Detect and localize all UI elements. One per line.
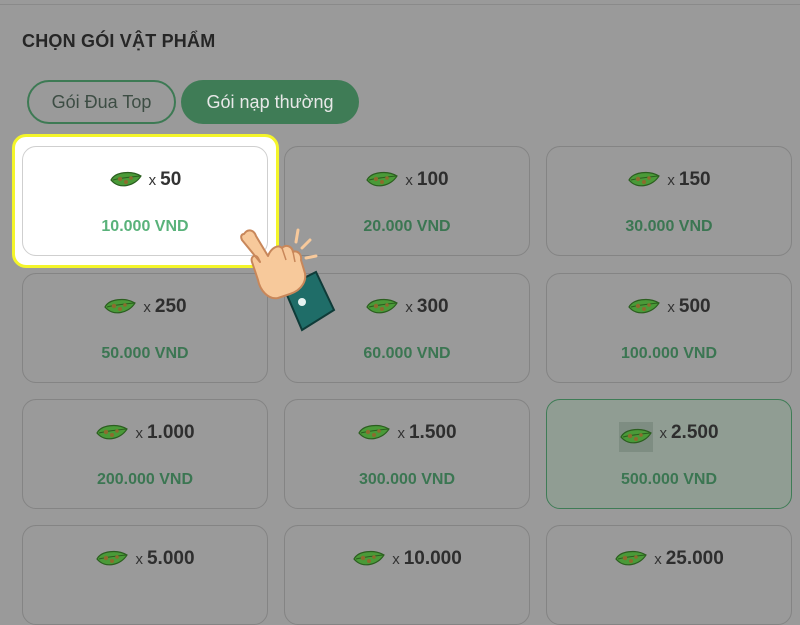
package-quantity: 5.000 [146, 548, 195, 569]
leaf-icon [614, 549, 648, 569]
package-quantity: 500 [678, 296, 711, 317]
multiplier: x [148, 172, 157, 189]
multiplier: x [143, 299, 151, 316]
package-card[interactable]: x 25.000 [546, 525, 792, 625]
package-card[interactable]: x 50 10.000 VND [22, 146, 268, 256]
multiplier: x [659, 425, 667, 442]
leaf-icon [365, 170, 399, 190]
pointing-hand-icon [238, 226, 338, 336]
package-card-selected[interactable]: x 2.500 500.000 VND [546, 399, 792, 509]
package-card[interactable]: x 10.000 [284, 525, 530, 625]
leaf-icon [357, 423, 391, 443]
package-quantity: 250 [154, 296, 187, 317]
tab-goi-nap-thuong[interactable]: Gói nạp thường [181, 80, 359, 124]
leaf-icon [103, 297, 137, 317]
package-price: 50.000 VND [101, 345, 189, 362]
package-price: 60.000 VND [363, 345, 451, 362]
package-price: 100.000 VND [620, 345, 718, 362]
package-quantity: 1.500 [408, 422, 457, 443]
package-price: 300.000 VND [358, 471, 456, 488]
leaf-icon [109, 170, 143, 190]
section-title: CHỌN GÓI VẬT PHẨM [22, 31, 216, 51]
leaf-icon [619, 422, 654, 452]
leaf-icon [365, 297, 399, 317]
package-quantity: 25.000 [665, 548, 724, 569]
multiplier: x [397, 425, 405, 442]
multiplier: x [654, 551, 662, 568]
tab-goi-dua-top[interactable]: Gói Đua Top [27, 80, 176, 124]
package-card[interactable]: x 5.000 [22, 525, 268, 625]
package-card[interactable]: x 1.000 200.000 VND [22, 399, 268, 509]
leaf-icon [95, 423, 129, 443]
multiplier: x [135, 425, 143, 442]
leaf-icon [627, 170, 661, 190]
package-price: 200.000 VND [96, 471, 194, 488]
package-quantity: 2.500 [670, 422, 719, 443]
package-quantity: 10.000 [403, 548, 462, 569]
multiplier: x [135, 551, 143, 568]
multiplier: x [667, 299, 675, 316]
package-card[interactable]: x 500 100.000 VND [546, 273, 792, 383]
package-card[interactable]: x 250 50.000 VND [22, 273, 268, 383]
package-price: 10.000 VND [101, 218, 189, 235]
package-card[interactable]: x 150 30.000 VND [546, 146, 792, 256]
top-divider [0, 0, 800, 5]
package-price: 30.000 VND [625, 218, 713, 235]
leaf-icon [95, 549, 129, 569]
multiplier: x [405, 172, 413, 189]
package-quantity: 100 [416, 169, 449, 190]
package-quantity: 150 [678, 169, 711, 190]
multiplier: x [405, 299, 413, 316]
package-quantity: 50 [160, 169, 182, 190]
package-card[interactable]: x 1.500 300.000 VND [284, 399, 530, 509]
multiplier: x [667, 172, 675, 189]
package-price: 500.000 VND [620, 471, 718, 488]
package-quantity: 300 [416, 296, 449, 317]
package-quantity: 1.000 [146, 422, 195, 443]
leaf-icon [352, 549, 386, 569]
leaf-icon [627, 297, 661, 317]
multiplier: x [392, 551, 400, 568]
